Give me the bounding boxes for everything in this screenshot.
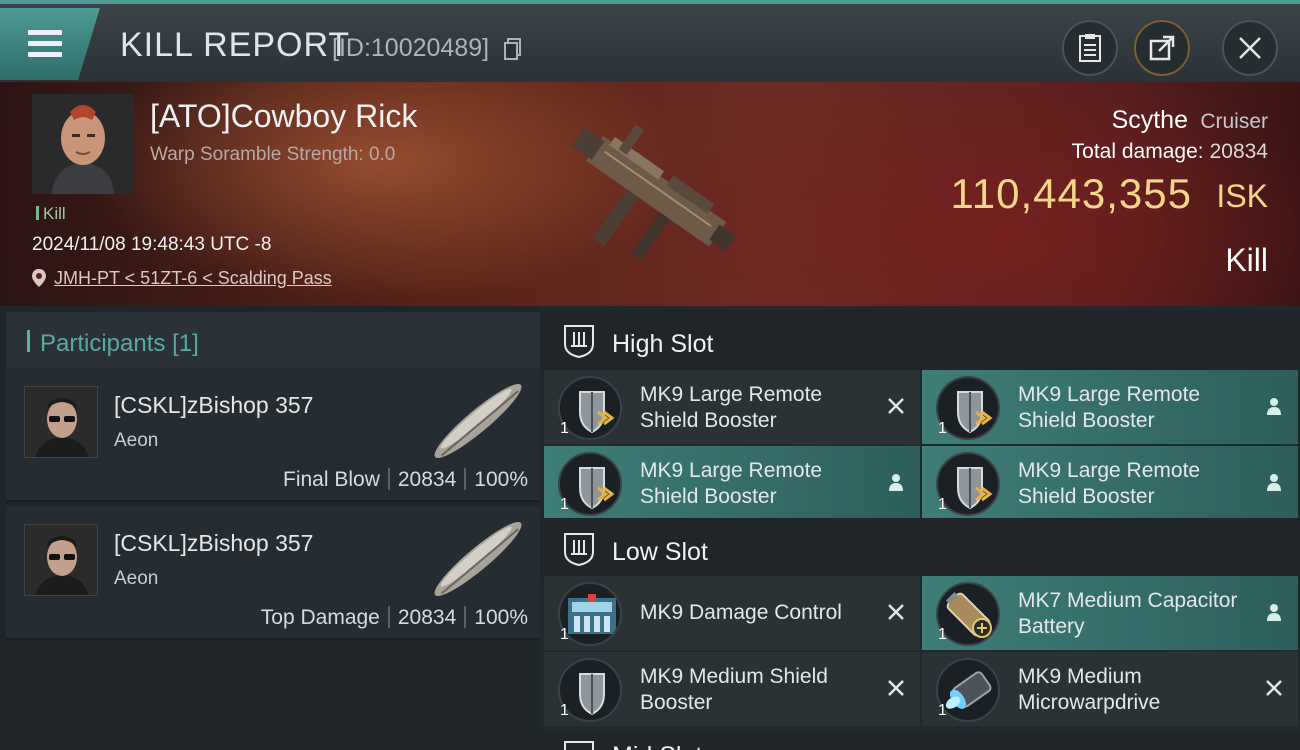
participant-card[interactable]: [CSKL]zBishop 357 Aeon Top Damage 20834 10…	[6, 506, 540, 640]
share-button[interactable]	[1134, 20, 1190, 76]
mid-slot-title: Mid Slot	[612, 742, 702, 750]
participant-stats: Final Blow 20834 100%	[283, 468, 528, 492]
total-damage-value: 20834	[1209, 140, 1268, 163]
clipboard-button[interactable]	[1062, 20, 1118, 76]
participants-title: Participants [1]	[40, 330, 199, 358]
module-name: MK9 Large Remote Shield Booster	[1018, 459, 1201, 508]
module-quantity: 1	[938, 702, 947, 719]
module-item[interactable]: 1 MK9 Large Remote Shield Booster	[544, 446, 920, 520]
module-name: MK9 Medium Microwarpdrive	[1018, 665, 1161, 714]
participant-card[interactable]: [CSKL]zBishop 357 Aeon Final Blow 20834 10…	[6, 368, 540, 502]
mid-slot-header: Mid Slot	[540, 732, 1300, 750]
destroyed-icon	[1266, 680, 1282, 696]
participant-role: Top Damage	[260, 606, 380, 629]
module-name: MK9 Large Remote Shield Booster	[1018, 383, 1201, 432]
module-quantity: 1	[560, 702, 569, 719]
module-item[interactable]: 1 MK7 Medium Capacitor Battery	[922, 576, 1298, 650]
module-quantity: 1	[560, 420, 569, 437]
module-name: MK9 Damage Control	[640, 601, 842, 624]
high-slot-icon	[564, 325, 594, 358]
kill-timestamp: 2024/11/08 19:48:43 UTC -8	[32, 234, 272, 255]
hamburger-icon	[28, 30, 62, 63]
high-slot-title: High Slot	[612, 330, 714, 358]
victim-ship-name: Scythe	[1111, 106, 1188, 134]
destroyed-icon	[888, 398, 904, 414]
participant-ship: Aeon	[114, 430, 159, 451]
page-title: KILL REPORT	[120, 26, 351, 64]
isk-value: 110,443,355	[950, 170, 1192, 217]
module-quantity: 1	[938, 420, 947, 437]
high-slot-header: High Slot	[540, 310, 1300, 372]
participant-percent: 100%	[474, 468, 528, 491]
stats-divider	[464, 606, 467, 628]
participants-count: [1]	[172, 330, 199, 357]
participant-damage: 20834	[397, 606, 457, 629]
menu-button[interactable]	[0, 8, 100, 80]
participant-avatar[interactable]	[24, 386, 98, 458]
warp-scramble-strength: Warp Soramble Strength: 0.0	[150, 144, 396, 165]
low-slot-header: Low Slot	[540, 518, 1300, 580]
kill-tag: Kill	[36, 204, 66, 224]
top-bar: KILL REPORT [ID:10020489]	[0, 0, 1300, 82]
share-icon	[1149, 35, 1175, 61]
participant-name[interactable]: [CSKL]zBishop 357	[114, 392, 313, 419]
module-item[interactable]: 1 MK9 Large Remote Shield Booster	[922, 446, 1298, 520]
kill-banner: [ATO]Cowboy Rick Warp Soramble Strength:…	[0, 82, 1300, 306]
victim-ship-image	[572, 124, 736, 261]
fitting-panel: High Slot 1 MK9 Large Remote Shield Boos…	[540, 306, 1300, 750]
close-icon	[1239, 37, 1261, 59]
participant-role: Final Blow	[283, 468, 380, 491]
participant-ship-image	[434, 384, 522, 458]
participant-stats: Top Damage 20834 100%	[261, 606, 528, 630]
module-item[interactable]: 1 MK9 Large Remote Shield Booster	[544, 370, 920, 444]
result-label: Kill	[1225, 242, 1268, 278]
dropped-person-icon	[1267, 474, 1281, 491]
isk-unit: ISK	[1216, 178, 1268, 214]
participant-name[interactable]: [CSKL]zBishop 357	[114, 530, 313, 557]
report-id: [ID:10020489]	[332, 34, 490, 62]
module-quantity: 1	[938, 496, 947, 513]
participant-avatar[interactable]	[24, 524, 98, 596]
module-quantity: 1	[560, 496, 569, 513]
victim-portrait[interactable]	[32, 94, 134, 194]
module-quantity: 1	[560, 626, 569, 643]
mid-slot-icon	[564, 741, 594, 750]
kill-location[interactable]: JMH-PT < 51ZT-6 < Scalding Pass	[32, 268, 332, 289]
total-damage-label: Total damage:	[1071, 140, 1204, 163]
close-button[interactable]	[1222, 20, 1278, 76]
victim-name[interactable]: [ATO]Cowboy Rick	[150, 98, 417, 135]
participants-title-text: Participants	[40, 330, 166, 357]
stats-divider	[464, 468, 467, 490]
module-item[interactable]: 1 MK9 Medium Shield Booster	[544, 652, 920, 726]
dropped-person-icon	[889, 474, 903, 491]
participant-ship: Aeon	[114, 568, 159, 589]
clipboard-icon	[1079, 34, 1101, 62]
low-slot-icon	[564, 533, 594, 566]
module-name: MK9 Large Remote Shield Booster	[640, 459, 823, 508]
participant-ship-image	[434, 522, 522, 596]
module-item[interactable]: 1 MK9 Large Remote Shield Booster	[922, 370, 1298, 444]
dropped-person-icon	[1267, 398, 1281, 415]
participants-panel: Participants [1] [CSKL]zBishop 357 Aeon …	[0, 306, 540, 750]
low-slot-title: Low Slot	[612, 538, 708, 566]
module-name: MK9 Medium Shield Booster	[640, 665, 828, 714]
stats-divider	[387, 606, 390, 628]
stats-divider	[387, 468, 390, 490]
module-item[interactable]: 1 MK9 Medium Microwarpdrive	[922, 652, 1298, 726]
participant-damage: 20834	[397, 468, 457, 491]
total-damage: Total damage: 20834	[1072, 140, 1268, 164]
module-name: MK7 Medium Capacitor Battery	[1018, 589, 1238, 638]
module-quantity: 1	[938, 626, 947, 643]
dropped-person-icon	[1267, 604, 1281, 621]
victim-ship-class: Cruiser	[1200, 110, 1268, 133]
location-link[interactable]: JMH-PT < 51ZT-6 < Scalding Pass	[54, 268, 332, 288]
destroyed-icon	[888, 604, 904, 620]
location-pin-icon	[32, 269, 46, 287]
participants-header: Participants [1]	[6, 312, 540, 370]
destroyed-icon	[888, 680, 904, 696]
copy-icon[interactable]	[504, 38, 522, 60]
participant-percent: 100%	[474, 606, 528, 629]
module-name: MK9 Large Remote Shield Booster	[640, 383, 823, 432]
module-item[interactable]: 1 MK9 Damage Control	[544, 576, 920, 650]
